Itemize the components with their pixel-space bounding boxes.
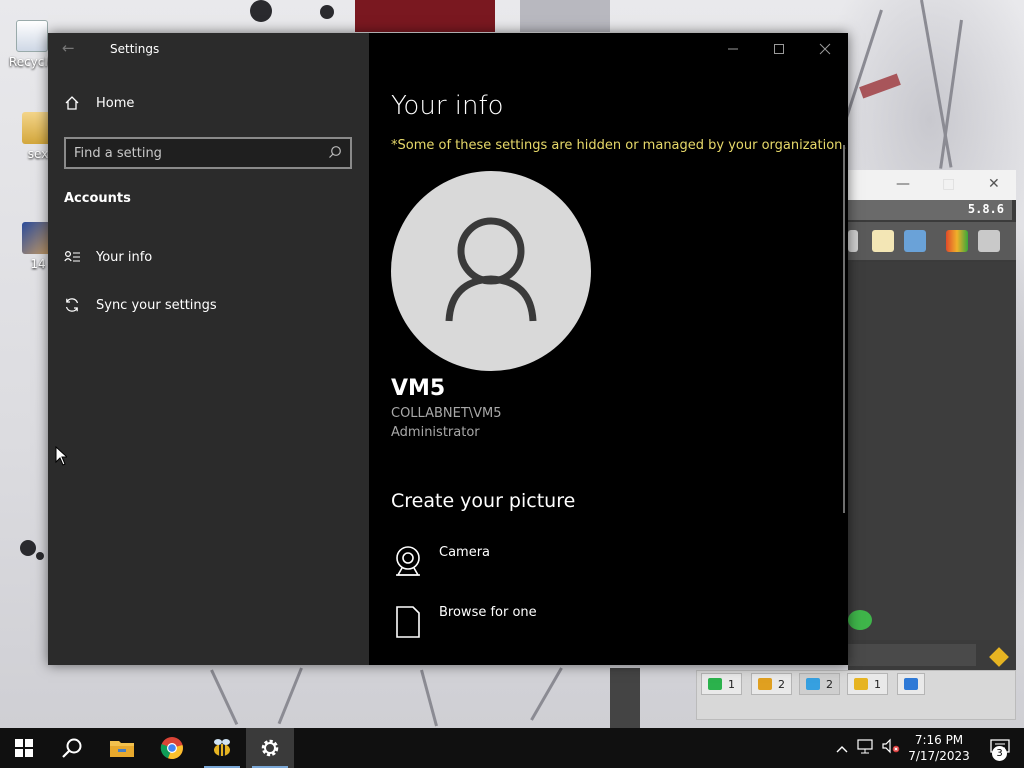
search-icon — [62, 738, 82, 758]
user-role: Administrator — [391, 425, 480, 440]
taskbar-chrome[interactable] — [148, 728, 196, 768]
group-icon — [854, 678, 868, 690]
mouse-cursor-icon — [55, 445, 69, 470]
organization-notice: *Some of these settings are hidden or ma… — [391, 138, 847, 153]
chevron-up-icon[interactable] — [836, 739, 848, 758]
notification-count: 3 — [996, 748, 1003, 759]
background-app-toolbar — [848, 222, 1016, 260]
camera-icon — [391, 545, 425, 579]
transfer-icon — [904, 678, 918, 690]
back-arrow-icon[interactable]: ← — [62, 39, 84, 59]
pencil-icon[interactable] — [989, 647, 1009, 667]
taskbar-file-explorer[interactable] — [98, 728, 146, 768]
browse-option-label: Browse for one — [439, 605, 537, 620]
notification-badge: 3 — [992, 746, 1007, 761]
system-tray — [836, 728, 900, 768]
sidebar-item-sync-settings[interactable]: Sync your settings — [64, 297, 217, 313]
clock-date: 7/17/2023 — [908, 749, 970, 763]
search-input[interactable] — [74, 145, 328, 161]
background-app-content — [848, 262, 1016, 640]
chat-bubble-icon — [848, 610, 872, 630]
page-title: Your info — [391, 91, 504, 121]
camera-option-label: Camera — [439, 545, 491, 560]
maximize-icon — [774, 44, 784, 54]
window-title: Settings — [110, 42, 160, 56]
trash-icon[interactable] — [978, 230, 1000, 252]
maximize-button[interactable] — [756, 33, 802, 65]
scrollbar[interactable] — [843, 145, 845, 513]
chrome-icon — [160, 737, 183, 760]
start-icon — [15, 739, 33, 757]
background-app-titlebar: — □ ✕ — [848, 170, 1016, 200]
taskbar: 7:16 PM 7/17/2023 — [0, 728, 1024, 768]
create-picture-header: Create your picture — [391, 490, 576, 512]
bg-tab-1[interactable]: 1 — [701, 673, 742, 695]
taskbar-search-button[interactable] — [48, 728, 96, 768]
document-icon — [391, 605, 425, 639]
app-version: 5.8.6 — [844, 200, 1012, 220]
taskbar-bee-app[interactable] — [198, 728, 246, 768]
nav-home-label: Home — [96, 95, 135, 111]
file-explorer-icon — [110, 741, 134, 757]
close-icon — [819, 43, 831, 55]
users-icon — [758, 678, 772, 690]
sidebar-item-label: Your info — [96, 249, 153, 265]
avatar — [391, 171, 591, 371]
camera-option[interactable]: Camera — [391, 545, 490, 579]
person-icon — [445, 217, 537, 322]
sidebar-item-label: Sync your settings — [96, 297, 217, 313]
close-icon[interactable]: ✕ — [988, 176, 1000, 192]
search-box[interactable] — [64, 137, 352, 169]
browse-option[interactable]: Browse for one — [391, 605, 537, 639]
minimize-button[interactable] — [710, 33, 756, 65]
background-app-tab-strip: 1 2 2 1 — [696, 670, 1016, 720]
background-app-input[interactable] — [848, 644, 976, 666]
minimize-icon — [728, 48, 738, 50]
taskbar-clock[interactable]: 7:16 PM 7/17/2023 — [904, 732, 974, 764]
background-app-window: — □ ✕ 5.8.6 — [844, 170, 1016, 670]
settings-gear-icon — [261, 739, 279, 757]
bg-tab-4[interactable]: 1 — [847, 673, 888, 695]
settings-window: ← Settings Home Accounts Your info — [48, 33, 848, 665]
chat-icon — [806, 678, 820, 690]
sidebar-item-your-info[interactable]: Your info — [64, 249, 152, 265]
volume-muted-icon[interactable] — [882, 738, 900, 758]
settings-sidebar: ← Settings Home Accounts Your info — [48, 33, 369, 665]
maximize-icon[interactable]: □ — [942, 176, 955, 192]
download-icon[interactable] — [946, 230, 968, 252]
section-header-accounts: Accounts — [64, 191, 131, 206]
tools-icon[interactable] — [904, 230, 926, 252]
close-button[interactable] — [802, 33, 848, 65]
monitor-icon — [708, 678, 722, 690]
settings-main-pane: Your info *Some of these settings are hi… — [369, 33, 848, 665]
clock-time: 7:16 PM — [914, 733, 964, 747]
start-button[interactable] — [0, 728, 48, 768]
bg-tab-5[interactable] — [897, 673, 925, 695]
user-account: COLLABNET\VM5 — [391, 406, 502, 421]
recycle-bin-icon — [16, 20, 48, 52]
search-icon[interactable] — [328, 144, 342, 163]
person-card-icon — [64, 249, 80, 265]
bee-app-icon — [214, 739, 230, 756]
taskbar-settings[interactable] — [246, 728, 294, 768]
network-icon[interactable] — [856, 738, 874, 758]
sync-icon — [64, 297, 80, 313]
mail-edit-icon[interactable] — [872, 230, 894, 252]
toolbar-tool-icon[interactable] — [848, 230, 858, 252]
nav-home[interactable]: Home — [64, 95, 134, 111]
minimize-icon[interactable]: — — [896, 176, 910, 192]
home-icon — [64, 95, 80, 111]
bg-tab-3[interactable]: 2 — [799, 673, 840, 695]
user-name: VM5 — [391, 376, 446, 401]
bg-tab-2[interactable]: 2 — [751, 673, 792, 695]
